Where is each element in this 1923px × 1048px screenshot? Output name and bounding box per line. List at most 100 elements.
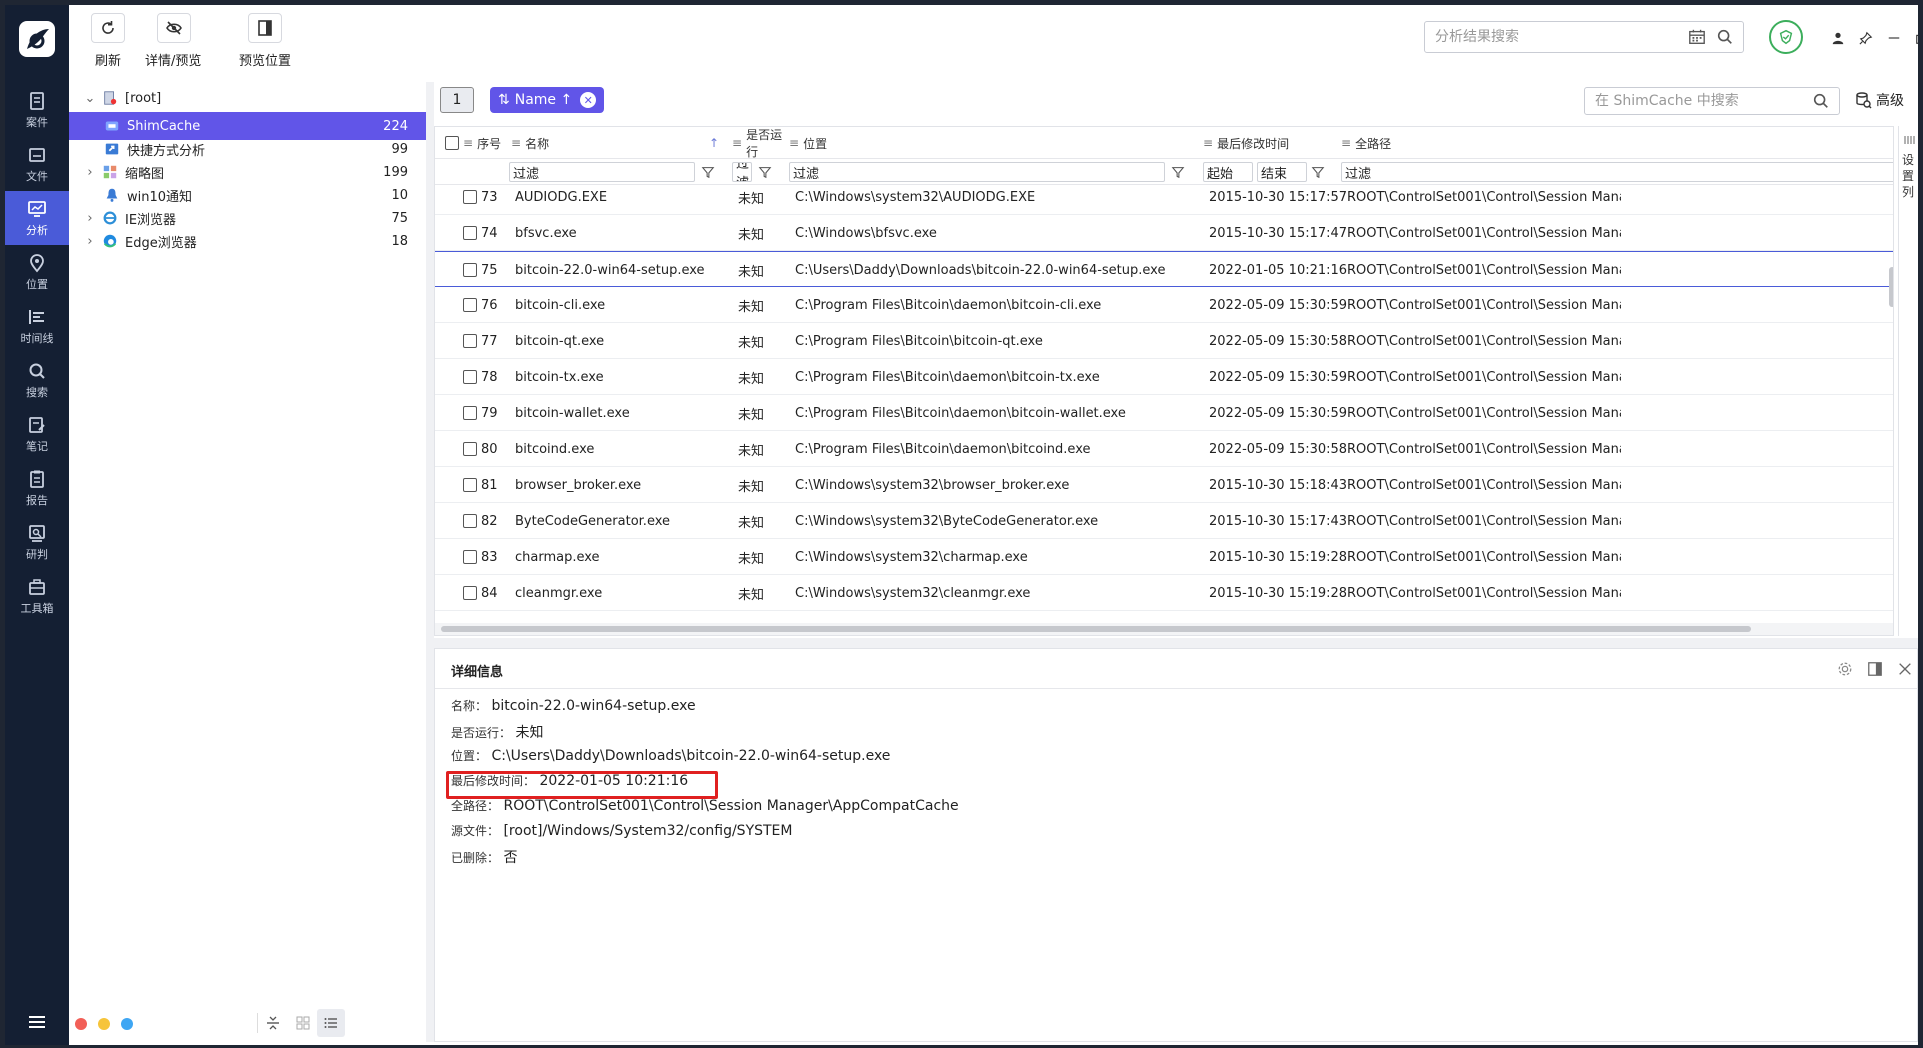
collapse-icon[interactable] (265, 1015, 281, 1031)
blue-dot[interactable] (121, 1018, 133, 1030)
vertical-scrollbar-thumb[interactable] (1889, 267, 1893, 307)
detail-preview-button[interactable]: 详情/预览 (145, 13, 201, 69)
search-icon[interactable] (1811, 91, 1831, 111)
table-row[interactable]: 79 bitcoin-wallet.exe 未知 C:\Program File… (435, 395, 1893, 431)
analysis-search-box[interactable] (1424, 21, 1744, 53)
rail-item-analysis[interactable]: 分析 (5, 191, 69, 245)
hamburger-menu-icon[interactable] (23, 1011, 51, 1033)
analysis-search-input[interactable] (1425, 23, 1687, 51)
sort-asc-icon[interactable]: ↑ (709, 127, 719, 159)
header-executed[interactable]: ≡ 是否运行 (732, 127, 784, 159)
refresh-button[interactable]: 刷新 (91, 13, 125, 69)
cell-seq: 79 (481, 405, 498, 421)
yellow-dot[interactable] (98, 1018, 110, 1030)
grid-view-icon[interactable] (295, 1015, 311, 1031)
table-row[interactable]: 82 ByteCodeGenerator.exe 未知 C:\Windows\s… (435, 503, 1893, 539)
filter-icon[interactable] (699, 163, 717, 181)
horizontal-scrollbar-thumb[interactable] (441, 626, 1751, 632)
header-select-all[interactable] (445, 127, 459, 159)
header-seq[interactable]: ≡ 序号 (463, 127, 501, 159)
select-all-checkbox[interactable] (445, 136, 459, 150)
rail-item-judge[interactable]: 研判 (5, 515, 69, 569)
horizontal-splitter[interactable] (434, 638, 1918, 648)
rail-item-case[interactable]: 案件 (5, 83, 69, 137)
rail-label: 案件 (26, 115, 48, 129)
calendar-icon[interactable] (1687, 27, 1707, 47)
tree-item-label: win10通知 (127, 189, 193, 205)
hidden-spacer (1767, 27, 1789, 49)
page-number-button[interactable]: 1 (440, 87, 474, 113)
table-row[interactable]: 81 browser_broker.exe 未知 C:\Windows\syst… (435, 467, 1893, 503)
row-checkbox[interactable] (463, 226, 477, 240)
filter-icon[interactable] (1169, 163, 1187, 181)
row-checkbox[interactable] (463, 298, 477, 312)
horizontal-scrollbar[interactable] (435, 623, 1893, 635)
rail-item-toolbox[interactable]: 工具箱 (5, 569, 69, 623)
panel-layout-icon[interactable] (1865, 659, 1885, 679)
filter-icon[interactable] (1309, 163, 1327, 181)
table-row[interactable]: 74 bfsvc.exe 未知 C:\Windows\bfsvc.exe 201… (435, 215, 1893, 251)
table-row[interactable]: 76 bitcoin-cli.exe 未知 C:\Program Files\B… (435, 287, 1893, 323)
row-checkbox[interactable] (463, 190, 477, 204)
row-checkbox[interactable] (463, 370, 477, 384)
report-icon (30, 470, 44, 488)
close-detail-icon[interactable] (1895, 659, 1915, 679)
row-checkbox[interactable] (463, 550, 477, 564)
rail-item-location[interactable]: 位置 (5, 245, 69, 299)
tree-item-edge-browser[interactable]: › Edge浏览器 18 (69, 227, 426, 255)
shimcache-search-input[interactable] (1585, 89, 1811, 113)
row-checkbox[interactable] (463, 442, 477, 456)
chevron-right-icon[interactable]: › (83, 234, 97, 249)
rail-item-notes[interactable]: 笔记 (5, 407, 69, 461)
list-view-button[interactable] (317, 1009, 345, 1037)
fullpath-filter-input[interactable]: 过滤 (1341, 162, 1893, 182)
table-row[interactable]: 84 cleanmgr.exe 未知 C:\Windows\system32\c… (435, 575, 1893, 611)
table-row[interactable]: 83 charmap.exe 未知 C:\Windows\system32\ch… (435, 539, 1893, 575)
filter-icon[interactable] (756, 163, 774, 181)
end-date-filter[interactable]: 结束 (1257, 162, 1307, 182)
executed-filter-input[interactable]: 过滤 (732, 162, 752, 182)
search-icon[interactable] (1715, 27, 1735, 47)
chevron-right-icon[interactable]: › (83, 165, 97, 180)
rail-item-search[interactable]: 搜索 (5, 353, 69, 407)
table-row[interactable]: 73 AUDIODG.EXE 未知 C:\Windows\system32\AU… (435, 185, 1893, 215)
name-filter-input[interactable]: 过滤 (509, 162, 695, 182)
user-icon[interactable] (1827, 27, 1849, 49)
table-row-selected[interactable]: 75 bitcoin-22.0-win64-setup.exe 未知 C:\Us… (435, 251, 1893, 287)
header-location[interactable]: ≡ 位置 (789, 127, 827, 159)
chevron-down-icon[interactable]: ⌄ (83, 91, 97, 106)
location-filter-input[interactable]: 过滤 (789, 162, 1165, 182)
row-checkbox[interactable] (463, 263, 477, 277)
header-name[interactable]: ≡ 名称 (511, 127, 549, 159)
gear-icon[interactable] (1835, 659, 1855, 679)
minimize-icon[interactable] (1883, 27, 1905, 49)
preview-position-button[interactable]: 预览位置 (209, 13, 291, 69)
advanced-search-button[interactable]: 高级 (1854, 90, 1904, 110)
rail-item-report[interactable]: 报告 (5, 461, 69, 515)
chevron-right-icon[interactable]: › (83, 211, 97, 226)
row-checkbox[interactable] (463, 478, 477, 492)
row-checkbox[interactable] (463, 514, 477, 528)
header-modified[interactable]: ≡ 最后修改时间 (1203, 127, 1289, 159)
table-row[interactable]: 80 bitcoind.exe 未知 C:\Program Files\Bitc… (435, 431, 1893, 467)
red-dot[interactable] (75, 1018, 87, 1030)
panel-splitter[interactable] (426, 82, 434, 1042)
shimcache-search-box[interactable] (1584, 87, 1840, 115)
rail-item-file[interactable]: 文件 (5, 137, 69, 191)
column-settings-tab[interactable]: 设置列 (1898, 126, 1918, 636)
tree-root[interactable]: ⌄ [root] (69, 84, 426, 112)
rail-item-timeline[interactable]: 时间线 (5, 299, 69, 353)
row-checkbox[interactable] (463, 586, 477, 600)
remove-sort-icon[interactable]: ✕ (580, 92, 597, 108)
start-date-filter[interactable]: 起始 (1203, 162, 1253, 182)
cell-seq: 77 (481, 333, 498, 349)
sort-chip[interactable]: ⇅ Name ↑ ✕ (490, 87, 605, 113)
folder-icon (29, 147, 45, 162)
row-checkbox[interactable] (463, 334, 477, 348)
table-row[interactable]: 78 bitcoin-tx.exe 未知 C:\Program Files\Bi… (435, 359, 1893, 395)
pin-icon[interactable] (1855, 27, 1877, 49)
row-checkbox[interactable] (463, 406, 477, 420)
header-fullpath[interactable]: ≡ 全路径 (1341, 127, 1391, 159)
restore-icon[interactable] (1911, 27, 1918, 49)
table-row[interactable]: 77 bitcoin-qt.exe 未知 C:\Program Files\Bi… (435, 323, 1893, 359)
